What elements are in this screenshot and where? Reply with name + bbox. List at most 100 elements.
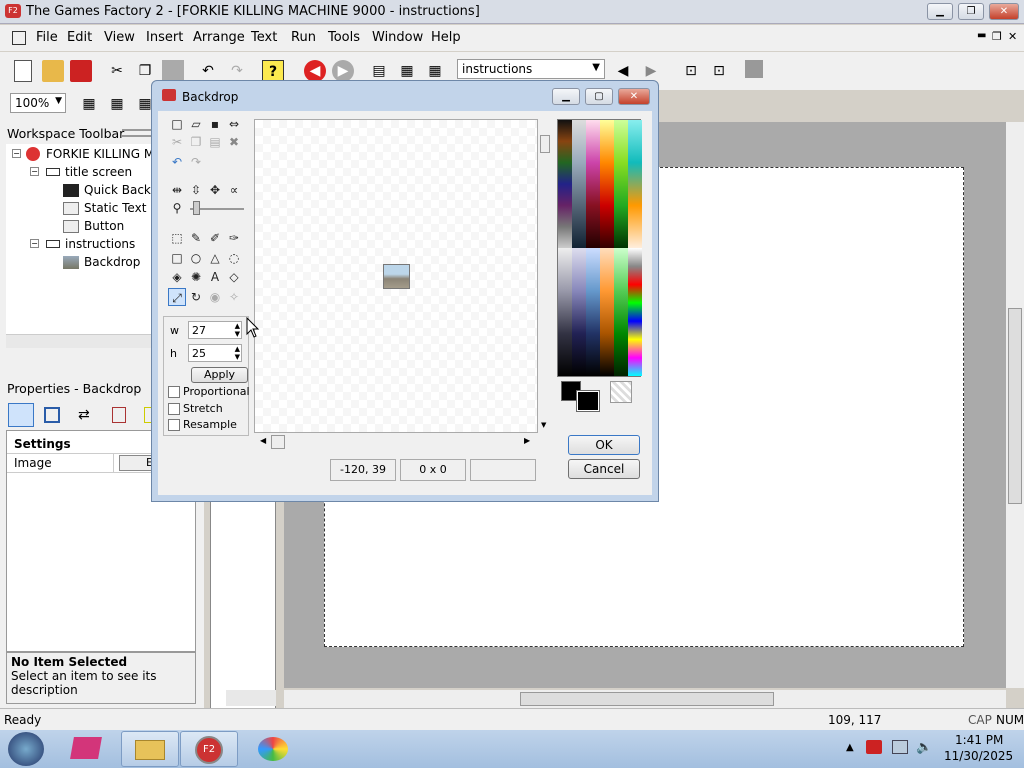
color-palette[interactable] (557, 119, 642, 377)
action-center-icon[interactable] (866, 740, 882, 754)
menu-tools[interactable]: Tools (328, 30, 360, 45)
menu-arrange[interactable]: Arrange (193, 30, 245, 45)
tab-settings-icon[interactable] (8, 403, 34, 427)
copy-icon[interactable]: ❐ (187, 133, 205, 151)
redo-icon[interactable]: ↷ (226, 60, 248, 82)
prev-frame-icon[interactable]: ◀ (612, 60, 634, 82)
copy-icon[interactable]: ❐ (134, 60, 156, 82)
frame-last-icon[interactable]: ⊡ (708, 60, 730, 82)
tree-item-application[interactable]: FORKIE KILLING MA (46, 147, 162, 161)
eraser-icon[interactable]: ◇ (225, 268, 243, 286)
scroll-thumb[interactable] (520, 692, 774, 706)
mdi-minimize-button[interactable]: ▬ (977, 30, 986, 41)
edit-hscrollbar[interactable]: ◀ ▶ (254, 433, 538, 451)
grid-icon[interactable]: ▦ (424, 60, 446, 82)
palette-col-1[interactable] (572, 120, 586, 248)
action-point-icon[interactable]: ∝ (225, 181, 243, 199)
vertical-scrollbar[interactable] (1006, 122, 1024, 688)
new-image-icon[interactable]: □ (168, 115, 186, 133)
proportional-checkbox[interactable] (168, 386, 180, 398)
scroll-right-icon[interactable]: ▶ (524, 436, 530, 445)
palette-col-5[interactable] (628, 120, 642, 248)
mdi-close-button[interactable]: ✕ (1008, 30, 1017, 43)
new-file-icon[interactable] (14, 60, 32, 82)
tab-display-icon[interactable] (44, 407, 60, 423)
resample-checkbox[interactable] (168, 419, 180, 431)
paste-icon[interactable] (162, 60, 184, 82)
taskbar-tgf2-icon[interactable]: F2 (180, 731, 238, 767)
collapse-icon[interactable]: − (30, 239, 39, 248)
flip-vertical-icon[interactable]: ⇳ (187, 181, 205, 199)
backdrop-image-preview[interactable] (383, 264, 410, 289)
scroll-thumb[interactable] (540, 135, 550, 153)
help-icon[interactable]: ? (262, 60, 284, 82)
height-input[interactable]: 25 ▲ ▼ (188, 344, 242, 362)
ok-button[interactable]: OK (568, 435, 640, 455)
maximize-button[interactable]: ❐ (958, 3, 984, 20)
shape-tool-icon[interactable]: ◌ (225, 249, 243, 267)
scroll-left-icon[interactable]: ◀ (260, 436, 266, 445)
taskbar-explorer-icon[interactable] (121, 731, 179, 767)
frame-select[interactable]: instructions ▼ (457, 59, 605, 79)
clock-time[interactable]: 1:41 PM (955, 733, 1003, 747)
menu-text[interactable]: Text (251, 30, 277, 45)
scroll-thumb[interactable] (271, 435, 285, 449)
save-icon[interactable] (70, 60, 92, 82)
resize-tool-icon[interactable]: ⤢ (168, 288, 186, 306)
menu-run[interactable]: Run (291, 30, 316, 45)
tab-about-icon[interactable] (112, 407, 126, 423)
width-input[interactable]: 27 ▲ ▼ (188, 321, 242, 339)
paste-icon[interactable]: ▤ (206, 133, 224, 151)
next-frame-icon[interactable]: ▶ (640, 60, 662, 82)
menu-insert[interactable]: Insert (146, 30, 183, 45)
layer-scrollbar[interactable] (226, 690, 276, 706)
delete-icon[interactable]: ✖ (225, 133, 243, 151)
stretch-checkbox[interactable] (168, 403, 180, 415)
zoom-icon[interactable]: ⚲ (168, 199, 186, 217)
view-icon[interactable]: ◉ (206, 288, 224, 306)
palette-col-11[interactable] (628, 248, 642, 376)
apply-button[interactable]: Apply (191, 367, 248, 383)
palette-col-10[interactable] (614, 248, 628, 376)
cancel-button[interactable]: Cancel (568, 459, 640, 479)
image-edit-area[interactable] (254, 119, 538, 433)
tree-item-title-screen[interactable]: title screen (65, 165, 132, 179)
collapse-icon[interactable]: − (12, 149, 21, 158)
dropper-icon[interactable]: ✎ (187, 229, 205, 247)
horizontal-scrollbar[interactable] (284, 690, 1006, 708)
dialog-close-button[interactable]: ✕ (618, 88, 650, 105)
tree-item-quick-backdrop[interactable]: Quick Backd (84, 183, 159, 197)
close-button[interactable]: ✕ (989, 3, 1019, 20)
scroll-thumb[interactable] (1008, 308, 1022, 504)
open-folder-icon[interactable] (42, 60, 64, 82)
rotate-tool-icon[interactable]: ↻ (187, 288, 205, 306)
palette-col-6[interactable] (558, 248, 572, 376)
palette-col-3[interactable] (600, 120, 614, 248)
menu-file[interactable]: File (36, 30, 58, 45)
redo-icon[interactable]: ↷ (187, 153, 205, 171)
dialog-minimize-button[interactable]: ▁ (552, 88, 580, 105)
grip-icon[interactable] (122, 129, 152, 137)
transparent-color-swatch[interactable] (610, 381, 632, 403)
palette-col-7[interactable] (572, 248, 586, 376)
taskbar-app-icon[interactable] (57, 731, 115, 767)
undo-icon[interactable]: ↶ (168, 153, 186, 171)
tree-item-static-text[interactable]: Static Text (84, 201, 146, 215)
undo-icon[interactable]: ↶ (197, 60, 219, 82)
tree-item-button[interactable]: Button (84, 219, 124, 233)
network-icon[interactable] (892, 740, 908, 754)
menu-view[interactable]: View (104, 30, 135, 45)
background-color-swatch[interactable] (576, 390, 600, 412)
palette-col-8[interactable] (586, 248, 600, 376)
zoom-select[interactable]: 100% ▼ (10, 93, 66, 113)
fill-tool-icon[interactable]: ◈ (168, 268, 186, 286)
menu-edit[interactable]: Edit (67, 30, 92, 45)
selection-tool-icon[interactable]: ⬚ (168, 229, 186, 247)
text-tool-icon[interactable]: A (206, 268, 224, 286)
open-image-icon[interactable]: ▱ (187, 115, 205, 133)
frame-editor-icon[interactable]: ▦ (396, 60, 418, 82)
resize-image-icon[interactable]: ⇔ (225, 115, 243, 133)
flip-horizontal-icon[interactable]: ⇹ (168, 181, 186, 199)
run-back-icon[interactable]: ◀ (304, 60, 326, 82)
stop-icon[interactable] (745, 60, 763, 78)
